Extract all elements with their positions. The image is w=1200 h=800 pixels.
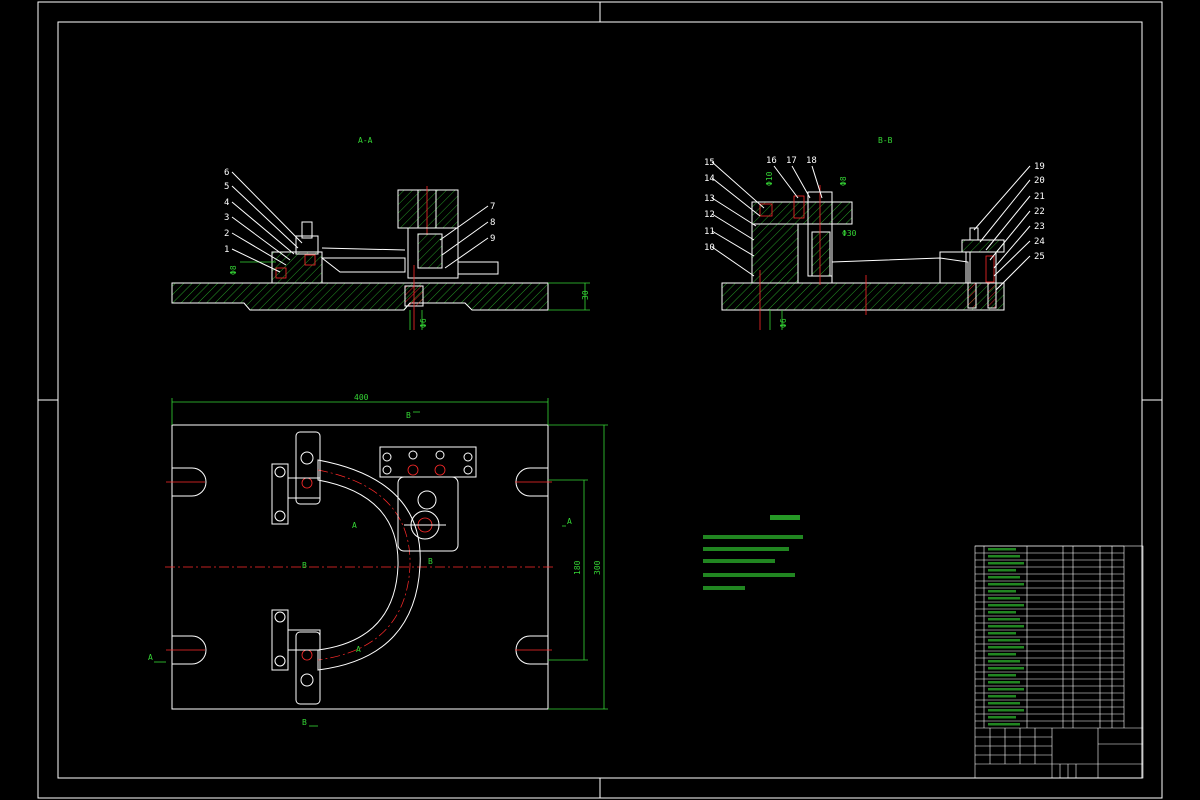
svg-text:Φ6: Φ6 xyxy=(779,318,788,328)
section-view-aa: A-A 30 Φ6 Φ8 xyxy=(171,136,590,330)
svg-text:14: 14 xyxy=(704,174,715,184)
parts-list-entry-mark xyxy=(988,681,1020,684)
base-plate-section xyxy=(171,282,549,311)
svg-text:11: 11 xyxy=(704,227,715,237)
svg-text:17: 17 xyxy=(786,156,797,166)
section-view-bb: B-B Φ6 Φ10 Φ8 Φ30 xyxy=(711,136,1031,330)
parts-list-title-block xyxy=(974,545,1144,779)
dim-thickness: 30 xyxy=(581,290,590,300)
parts-list-entry-mark xyxy=(988,611,1016,614)
svg-text:1: 1 xyxy=(224,245,229,255)
parts-list-entry-mark xyxy=(988,695,1016,698)
svg-text:22: 22 xyxy=(1034,207,1045,217)
lower-clamp-arm xyxy=(295,631,321,705)
parts-list-entry-mark xyxy=(988,688,1024,691)
arc-workpiece xyxy=(317,459,421,671)
plan-view: 400 300 180 xyxy=(165,393,608,710)
svg-text:A: A xyxy=(567,517,572,526)
parts-list-entry-mark xyxy=(988,660,1020,663)
svg-text:23: 23 xyxy=(1034,222,1045,232)
svg-text:7: 7 xyxy=(490,202,495,212)
svg-text:2: 2 xyxy=(224,229,229,239)
technical-notes xyxy=(703,515,803,590)
drawing-canvas: A-A 30 Φ6 Φ8 6 5 4 3 2 1 7 8 9 B-B Φ6 Φ1… xyxy=(37,1,1163,799)
svg-text:5: 5 xyxy=(224,182,229,192)
fixture-bracket xyxy=(379,446,477,478)
svg-text:B: B xyxy=(428,557,433,566)
svg-text:A: A xyxy=(352,521,357,530)
parts-list-entry-mark xyxy=(988,604,1024,607)
parts-list-entry-mark xyxy=(988,709,1024,712)
svg-text:B: B xyxy=(302,561,307,570)
bb-base-plate xyxy=(721,282,1005,311)
dim-width: 400 xyxy=(354,393,369,402)
svg-text:Φ10: Φ10 xyxy=(765,171,774,186)
svg-text:Φ8: Φ8 xyxy=(229,265,238,275)
svg-text:Φ8: Φ8 xyxy=(839,176,848,186)
svg-text:12: 12 xyxy=(704,210,715,220)
parts-list-entry-mark xyxy=(988,583,1024,586)
parts-list-entry-mark xyxy=(988,667,1024,670)
svg-text:19: 19 xyxy=(1034,162,1045,172)
svg-text:4: 4 xyxy=(224,198,229,208)
section-markers: A A B B B B A A xyxy=(148,411,572,727)
svg-text:8: 8 xyxy=(490,218,495,228)
svg-text:B: B xyxy=(406,411,411,420)
parts-list-entry-mark xyxy=(988,555,1020,558)
parts-list-entry-mark xyxy=(988,618,1020,621)
svg-text:20: 20 xyxy=(1034,176,1045,186)
parts-list-entry-mark xyxy=(988,716,1016,719)
svg-text:A: A xyxy=(148,653,153,662)
svg-text:25: 25 xyxy=(1034,252,1045,262)
svg-text:Φ30: Φ30 xyxy=(842,229,857,238)
parts-list-entry-mark xyxy=(988,653,1016,656)
svg-text:21: 21 xyxy=(1034,192,1045,202)
svg-text:16: 16 xyxy=(766,156,777,166)
svg-text:A: A xyxy=(356,645,361,654)
parts-list-entry-mark xyxy=(988,548,1016,551)
parts-list-entry-mark xyxy=(988,702,1020,705)
section-aa-title: A-A xyxy=(358,136,373,145)
parts-list-entry-mark xyxy=(988,723,1020,726)
parts-list-entry-mark xyxy=(988,639,1020,642)
svg-text:3: 3 xyxy=(224,213,229,223)
upper-bushing-block xyxy=(397,189,459,229)
svg-text:B: B xyxy=(302,718,307,727)
svg-text:18: 18 xyxy=(806,156,817,166)
parts-list-entry-mark xyxy=(988,576,1020,579)
svg-text:24: 24 xyxy=(1034,237,1045,247)
dim-height-inner: 180 xyxy=(573,560,582,575)
parts-list-entry-mark xyxy=(988,597,1020,600)
parts-list-entry-mark xyxy=(988,569,1016,572)
svg-text:9: 9 xyxy=(490,234,495,244)
svg-text:10: 10 xyxy=(704,243,715,253)
svg-text:13: 13 xyxy=(704,194,715,204)
parts-list-entry-mark xyxy=(988,674,1016,677)
svg-text:Φ6: Φ6 xyxy=(419,318,428,328)
parts-list-entry-mark xyxy=(988,562,1024,565)
upper-clamp-arm xyxy=(295,431,321,505)
bb-left-support xyxy=(751,223,799,284)
parts-list-entry-mark xyxy=(988,590,1016,593)
parts-list-entry-mark xyxy=(988,625,1024,628)
sheet-frame xyxy=(37,1,1163,799)
svg-text:15: 15 xyxy=(704,158,715,168)
svg-text:6: 6 xyxy=(224,168,229,178)
parts-list-entry-mark xyxy=(988,632,1016,635)
section-bb-title: B-B xyxy=(878,136,893,145)
parts-list-entry-mark xyxy=(988,646,1024,649)
dim-height-total: 300 xyxy=(593,560,602,575)
